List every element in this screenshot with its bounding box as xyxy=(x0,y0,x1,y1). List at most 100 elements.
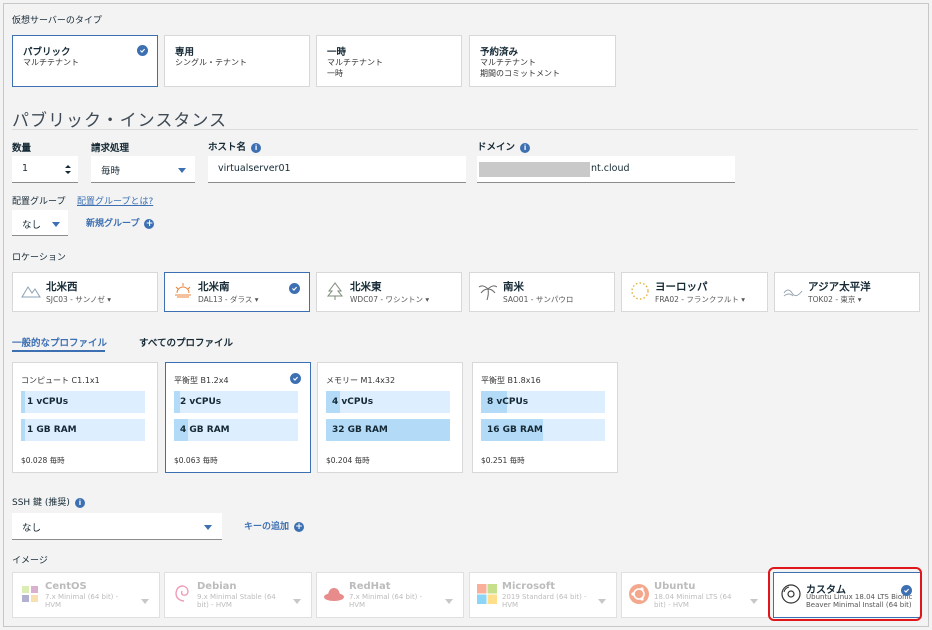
profile-card-m1[interactable]: メモリー M1.4x32 4 vCPUs 32 GB RAM $0.204 毎時 xyxy=(317,362,463,473)
server-type-title: 専用 xyxy=(175,47,195,58)
location-na-east[interactable]: 北米東 WDC07 - ワシントン ▾ xyxy=(316,272,462,312)
hostname-label: ホスト名 i xyxy=(208,139,262,153)
location-na-west[interactable]: 北米西 SJC03 - サンノゼ ▾ xyxy=(12,272,158,312)
location-label: ロケーション xyxy=(12,253,66,263)
location-asia-pacific[interactable]: アジア太平洋 TOK02 - 東京 ▾ xyxy=(774,272,920,312)
location-name: 北米西 xyxy=(46,281,78,293)
cpu-bar: 4 vCPUs xyxy=(326,391,450,413)
profile-name: メモリー M1.4x32 xyxy=(326,376,396,385)
billing-select[interactable]: 毎時 xyxy=(91,156,195,183)
cpu-label: 8 vCPUs xyxy=(487,397,529,407)
server-type-title: 一時 xyxy=(327,47,347,58)
profile-price: $0.063 毎時 xyxy=(174,456,218,465)
cpu-label: 2 vCPUs xyxy=(180,397,222,407)
profile-price: $0.251 毎時 xyxy=(481,456,525,465)
info-icon[interactable]: i xyxy=(251,142,262,153)
add-key-label: キーの追加 xyxy=(244,522,290,532)
server-type-dedicated[interactable]: 専用 シングル・テナント xyxy=(164,35,310,87)
server-type-sub2: 期間のコミットメント xyxy=(480,69,560,78)
image-version: 9.x Minimal Stable (64 bit) - HVM xyxy=(197,593,276,609)
profile-card-b1-8x16[interactable]: 平衡型 B1.8x16 8 vCPUs 16 GB RAM $0.251 毎時 xyxy=(472,362,618,473)
ubuntu-icon xyxy=(629,584,649,604)
info-icon[interactable]: i xyxy=(520,142,531,153)
location-dc: TOK02 - 東京 ▾ xyxy=(808,295,862,304)
placement-value: なし xyxy=(22,220,42,231)
location-dc: SJC03 - サンノゼ ▾ xyxy=(46,295,112,304)
billing-value: 毎時 xyxy=(101,166,121,177)
add-key-button[interactable]: キーの追加 + xyxy=(244,519,305,532)
new-group-button[interactable]: 新規グループ + xyxy=(86,216,155,229)
tab-underline xyxy=(12,350,105,352)
location-europe[interactable]: ヨーロッパ FRA02 - フランクフルト ▾ xyxy=(621,272,768,312)
ram-bar: 1 GB RAM xyxy=(21,419,145,441)
chevron-down-icon xyxy=(178,168,186,173)
location-dc: FRA02 - フランクフルト ▾ xyxy=(655,295,746,304)
location-name: アジア太平洋 xyxy=(808,281,871,293)
ram-bar: 4 GB RAM xyxy=(174,419,298,441)
domain-value: nt.cloud xyxy=(591,163,630,174)
image-redhat[interactable]: RedHat 7.x Minimal (64 bit) - HVM xyxy=(316,572,464,618)
chevron-down-icon xyxy=(445,599,453,604)
tab-common-profiles[interactable]: 一般的なプロファイル xyxy=(12,335,107,349)
redhat-icon xyxy=(324,588,344,601)
ram-label: 16 GB RAM xyxy=(487,425,543,435)
ram-label: 32 GB RAM xyxy=(332,425,388,435)
image-name: Debian xyxy=(197,581,237,592)
image-debian[interactable]: Debian 9.x Minimal Stable (64 bit) - HVM xyxy=(164,572,312,618)
profile-card-c1[interactable]: コンピュート C1.1x1 1 vCPUs 1 GB RAM $0.028 毎時 xyxy=(12,362,158,473)
ssh-label: SSH 鍵 (推奨) i xyxy=(12,495,85,508)
quantity-stepper[interactable]: 1 xyxy=(12,156,78,183)
hostname-input[interactable]: virtualserver01 xyxy=(208,156,466,183)
hostname-label-text: ホスト名 xyxy=(208,142,247,153)
location-name: ヨーロッパ xyxy=(655,281,708,293)
stepper-arrows-icon[interactable] xyxy=(64,163,72,176)
location-sa[interactable]: 南米 SAO01 - サンパウロ xyxy=(469,272,615,312)
domain-label: ドメイン i xyxy=(477,139,531,153)
check-icon xyxy=(290,373,301,384)
location-dc-text: WDC07 - ワシントン xyxy=(350,295,423,304)
image-version: 7.x Minimal (64 bit) - HVM xyxy=(349,593,423,609)
server-type-reserved[interactable]: 予約済み マルチテナント 期間のコミットメント xyxy=(469,35,616,87)
ssh-key-select[interactable]: なし xyxy=(12,513,222,540)
cpu-label: 1 vCPUs xyxy=(27,397,69,407)
profile-card-b1-2x4[interactable]: 平衡型 B1.2x4 2 vCPUs 4 GB RAM $0.063 毎時 xyxy=(165,362,311,473)
server-type-label: 仮想サーバーのタイプ xyxy=(12,16,102,26)
palm-icon xyxy=(478,285,498,301)
location-dc-text: TOK02 - 東京 xyxy=(808,295,856,304)
info-icon[interactable]: i xyxy=(74,497,85,508)
location-dc-text: DAL13 - ダラス xyxy=(198,295,253,304)
plus-icon: + xyxy=(294,521,305,532)
debian-icon xyxy=(175,585,189,602)
chevron-down-icon xyxy=(141,599,149,604)
location-dc: DAL13 - ダラス ▾ xyxy=(198,295,259,304)
profile-name: 平衡型 B1.2x4 xyxy=(174,376,229,385)
location-na-south[interactable]: 北米南 DAL13 - ダラス ▾ xyxy=(164,272,310,312)
server-type-public[interactable]: パブリック マルチテナント xyxy=(12,35,158,87)
server-type-sub: マルチテナント xyxy=(480,58,536,67)
placement-label: 配置グループ xyxy=(12,197,66,207)
server-type-sub: マルチテナント xyxy=(327,58,383,67)
chevron-down-icon xyxy=(750,599,758,604)
image-ubuntu[interactable]: Ubuntu 18.04 Minimal LTS (64 bit) - HVM xyxy=(621,572,769,618)
windows-icon xyxy=(477,584,497,604)
placement-select[interactable]: なし xyxy=(12,210,68,236)
chevron-down-icon xyxy=(204,525,212,530)
profile-price: $0.028 毎時 xyxy=(21,456,65,465)
quantity-label: 数量 xyxy=(12,143,32,154)
image-centos[interactable]: CentOS 7.x Minimal (64 bit) - HVM xyxy=(12,572,160,618)
image-microsoft[interactable]: Microsoft 2019 Standard (64 bit) - HVM xyxy=(469,572,617,618)
wave-icon xyxy=(783,289,803,297)
billing-label: 請求処理 xyxy=(91,143,130,154)
domain-input[interactable]: nt.cloud xyxy=(477,156,735,183)
cpu-label: 4 vCPUs xyxy=(332,397,374,407)
image-version: 2019 Standard (64 bit) - HVM xyxy=(502,593,587,609)
server-type-transient[interactable]: 一時 マルチテナント 一時 xyxy=(316,35,462,87)
server-type-title: 予約済み xyxy=(480,47,519,58)
page-title: パブリック・インスタンス xyxy=(12,111,227,131)
tab-all-profiles[interactable]: すべてのプロファイル xyxy=(139,335,233,349)
location-name: 北米東 xyxy=(350,281,382,293)
placement-help-link[interactable]: 配置グループとは? xyxy=(77,194,153,207)
ssh-key-value: なし xyxy=(22,523,42,534)
mountain-icon xyxy=(21,286,41,298)
server-type-sub2: 一時 xyxy=(327,69,343,78)
